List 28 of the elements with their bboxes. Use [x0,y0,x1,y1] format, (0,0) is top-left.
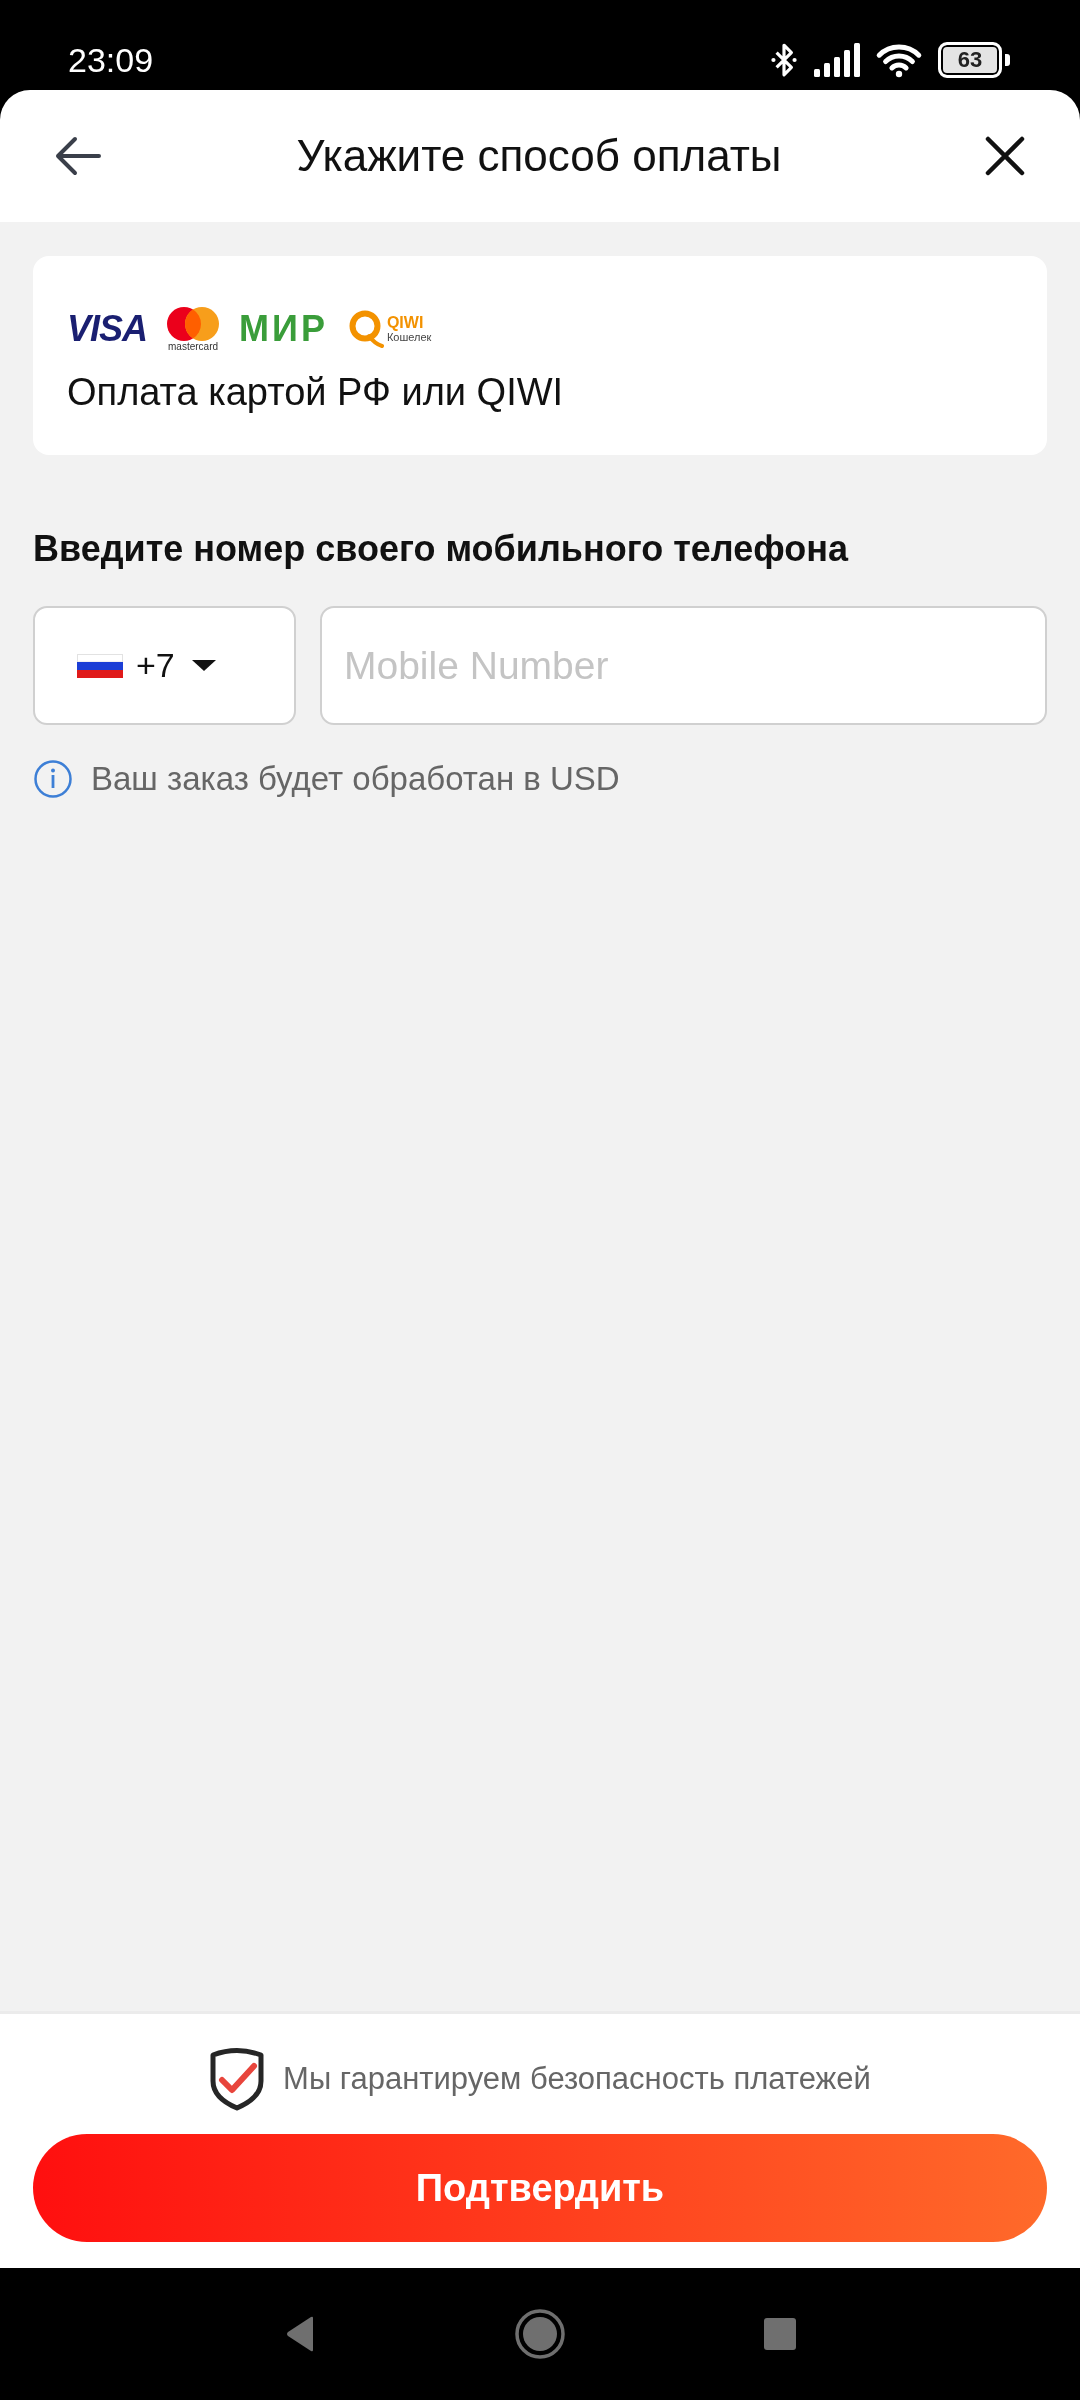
visa-logo: VISA [67,311,148,347]
payment-method-card[interactable]: VISA mastercard МИР QIWI Кошелек Оплата картой РФ или QIWI [33,256,1047,455]
mir-logo: МИР [239,311,328,347]
back-arrow-icon[interactable] [53,136,101,176]
battery-indicator: 63 [938,42,1010,78]
caret-icon [191,660,216,671]
back-icon[interactable] [284,2315,316,2353]
ring-logo-icon [347,310,384,348]
logo-caption: Кошелек [386,331,432,344]
page-title: Укажите способ оплаты [296,131,782,181]
country-code-selector[interactable]: +7 [33,606,296,725]
logo-caption: mastercard [168,340,219,352]
flag-icon [77,653,123,678]
close-icon[interactable] [985,136,1025,176]
currency-note: Ваш заказ будет обработан в USD [91,760,620,798]
phone-number-field[interactable]: Mobile Number [320,606,1047,725]
info-icon [33,759,73,799]
home-icon[interactable] [515,2309,565,2359]
section-heading: Введите номер своего мобильного телефона [33,528,850,570]
signal-icon [814,43,860,77]
security-note: Мы гарантируем безопасность платежей [283,2061,871,2097]
confirm-button[interactable]: Подтвердить [33,2134,1047,2242]
bluetooth-icon [769,41,799,79]
qiwi-logo: QIWI [386,314,425,331]
status-time: 23:09 [68,40,154,81]
payment-method-label: Оплата картой РФ или QIWI [67,370,565,414]
shield-check-icon [209,2046,266,2112]
overlapping-circles-icon [167,306,220,341]
